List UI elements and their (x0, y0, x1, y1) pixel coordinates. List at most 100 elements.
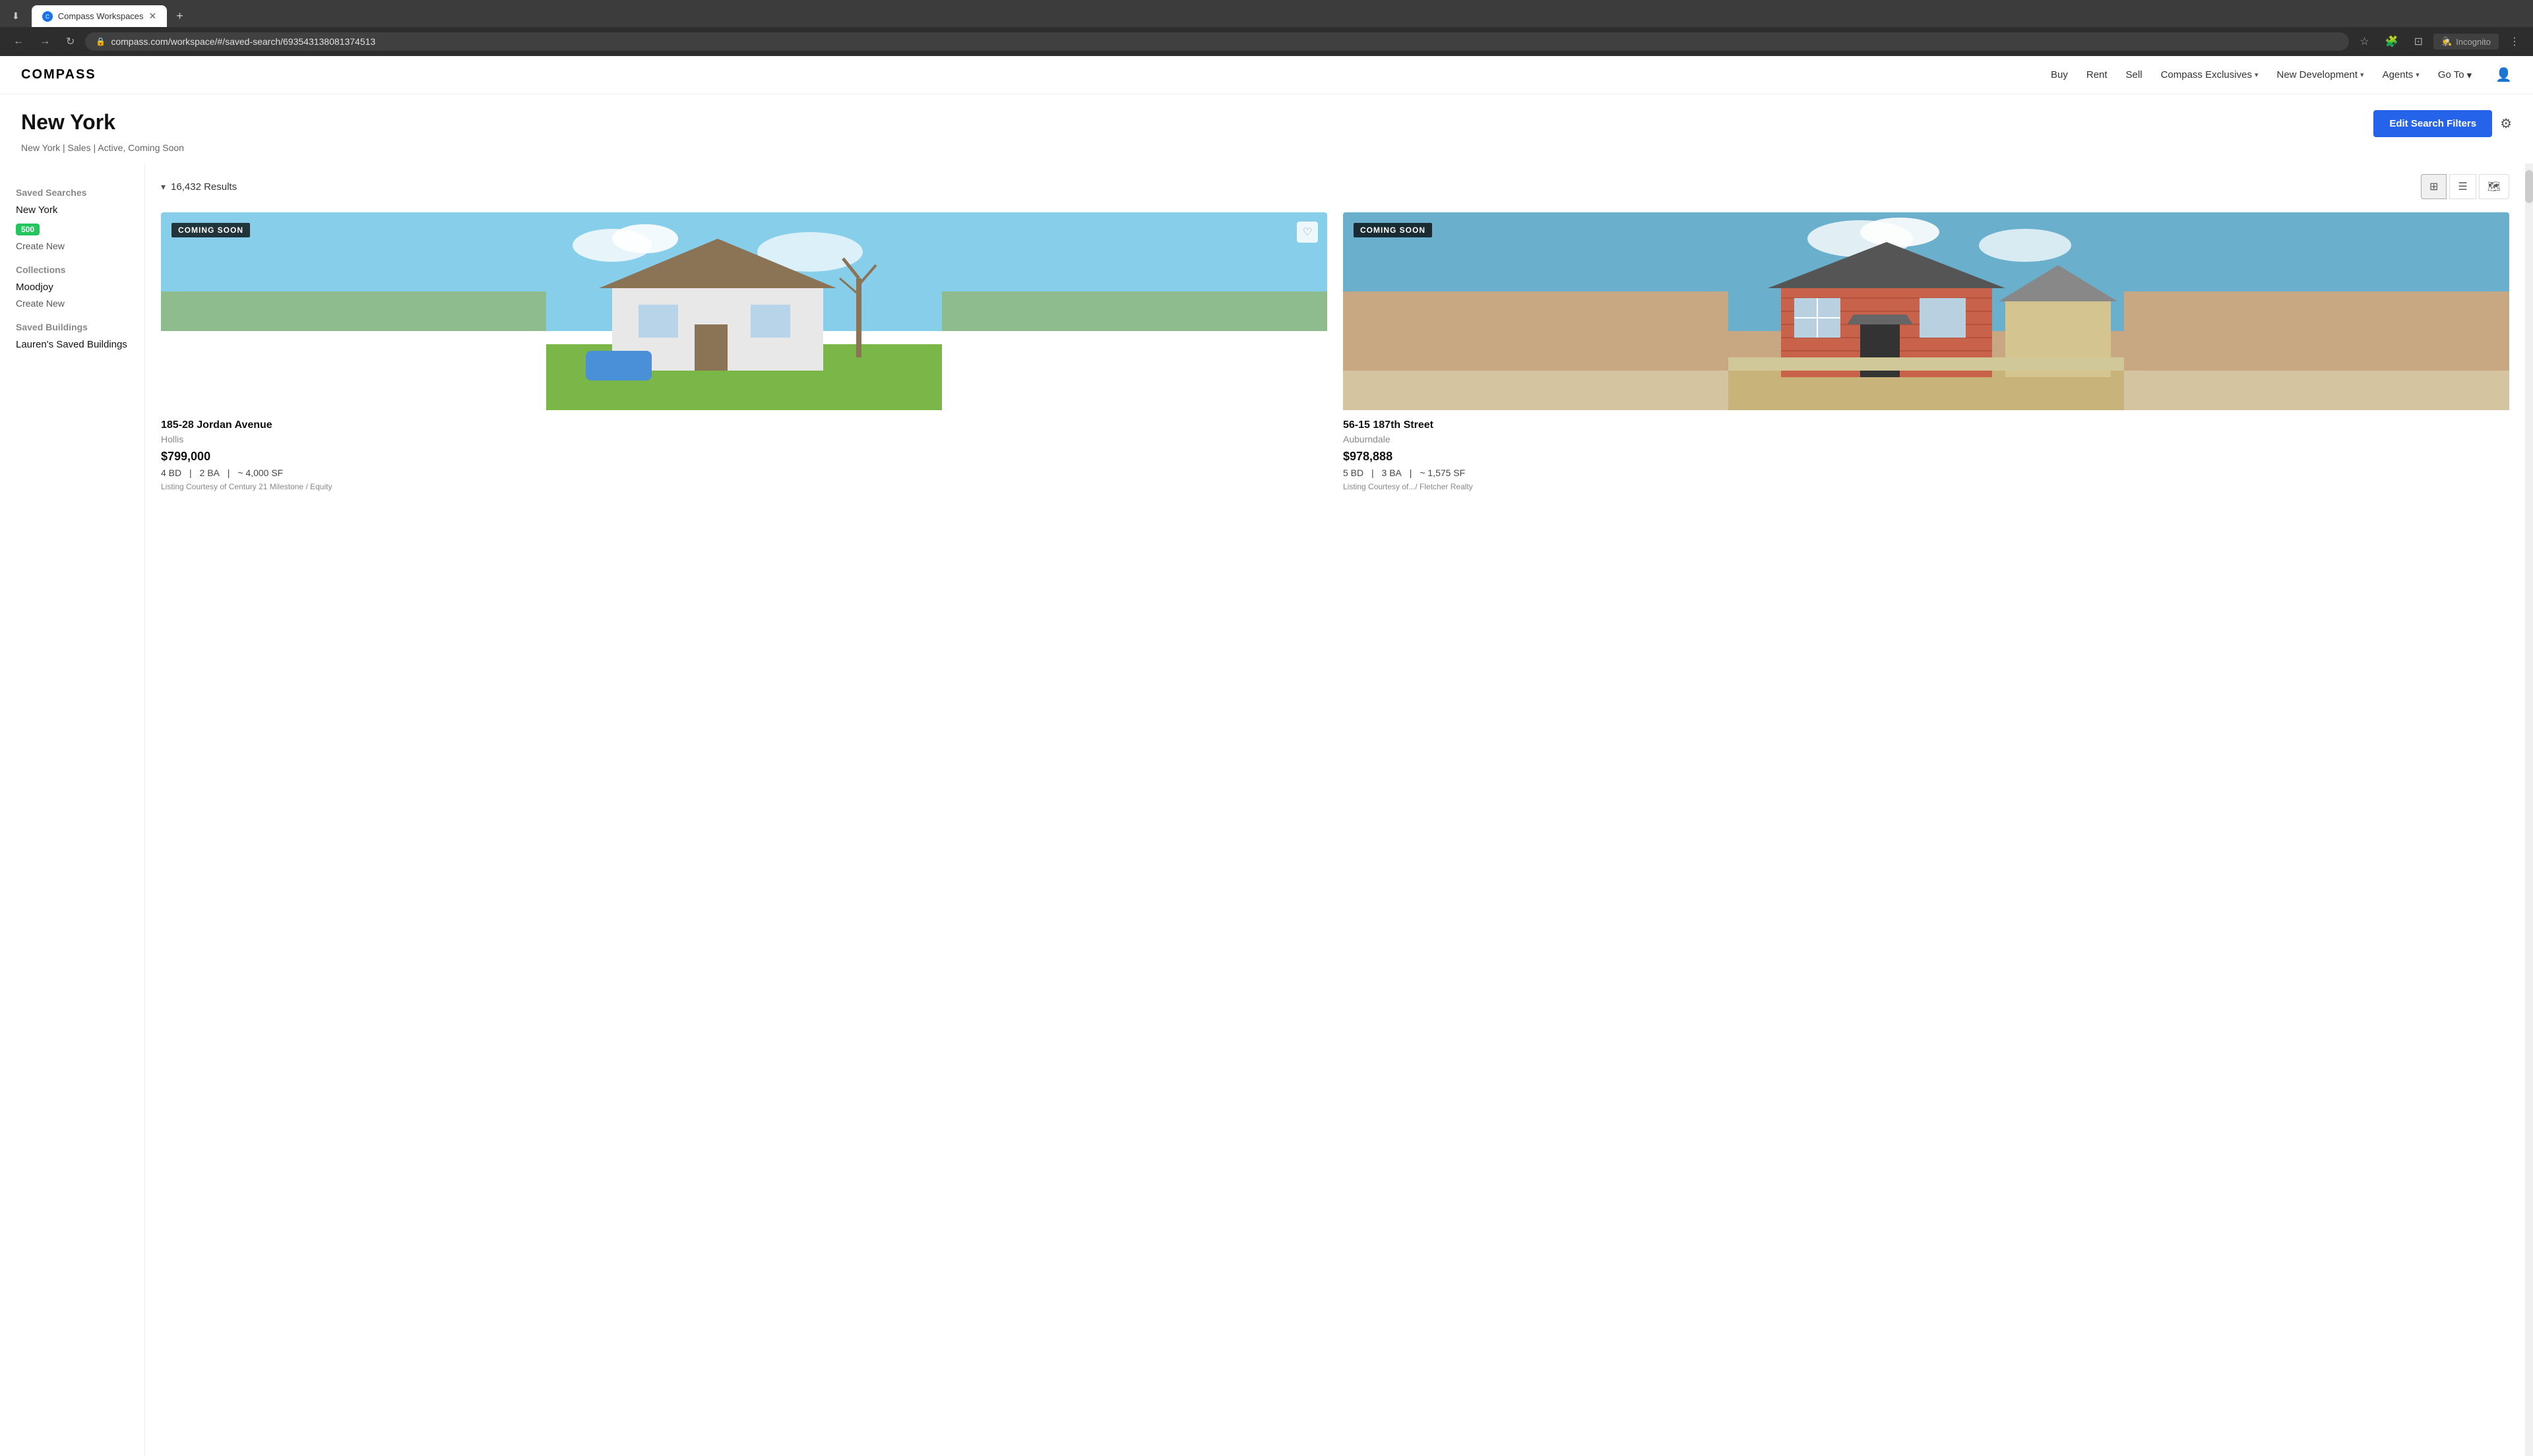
list-view-icon: ☰ (2458, 181, 2467, 193)
create-new-search-link[interactable]: Create New (16, 241, 129, 251)
grid-view-button[interactable]: ⊞ (2421, 174, 2447, 199)
page-title-area: New York (21, 110, 115, 135)
listings-toolbar: ▾ 16,432 Results ⊞ ☰ 🗺 (161, 174, 2509, 199)
sidebar-item-new-york[interactable]: New York (16, 204, 129, 216)
sidebar-item-moodjoy[interactable]: Moodjoy (16, 282, 129, 293)
header-actions: Edit Search Filters ⚙ (2373, 110, 2512, 137)
listing-details-1: 4 BD | 2 BA | ~ 4,000 SF (161, 468, 1327, 478)
listing-agent-2: Listing Courtesy of.../ Fletcher Realty (1343, 482, 2509, 491)
nav-user-icon[interactable]: 👤 (2495, 67, 2512, 83)
listing-image-2: COMING SOON (1343, 212, 2509, 410)
forward-button[interactable]: → (34, 33, 55, 50)
listing-baths-2: 3 BA (1382, 468, 1402, 478)
listing-heart-button-1[interactable]: ♡ (1297, 222, 1318, 243)
listing-info-2: 56-15 187th Street Auburndale $978,888 5… (1343, 410, 2509, 497)
listings-area: ▾ 16,432 Results ⊞ ☰ 🗺 (145, 164, 2525, 1456)
incognito-icon: 🕵️ (2441, 36, 2452, 47)
saved-searches-title: Saved Searches (16, 187, 129, 198)
right-scrollbar[interactable] (2525, 164, 2533, 1456)
listing-separator-1: | (189, 468, 192, 478)
saved-buildings-title: Saved Buildings (16, 322, 129, 332)
main-nav: COMPASS Buy Rent Sell Compass Exclusives… (0, 56, 2533, 94)
listing-neighborhood-1: Hollis (161, 434, 1327, 444)
toolbar-right: ☆ 🧩 ⊡ 🕵️ Incognito ⋮ (2354, 32, 2525, 51)
listings-grid: COMING SOON ♡ 185-28 Jordan Avenue Holli… (161, 212, 2509, 497)
tab-list-button[interactable]: ⬇ (8, 7, 24, 26)
extensions-button[interactable]: 🧩 (2380, 32, 2404, 51)
browser-toolbar: ← → ↻ 🔒 compass.com/workspace/#/saved-se… (0, 27, 2533, 56)
nav-goto[interactable]: Go To ▾ (2438, 69, 2472, 81)
page-header: New York Edit Search Filters ⚙ (0, 94, 2533, 142)
listing-card-1[interactable]: COMING SOON ♡ 185-28 Jordan Avenue Holli… (161, 212, 1327, 497)
close-tab-button[interactable]: ✕ (149, 11, 157, 22)
refresh-button[interactable]: ↻ (61, 32, 80, 51)
results-chevron: ▾ (161, 181, 166, 193)
nav-new-development[interactable]: New Development ▾ (2276, 69, 2363, 80)
list-view-button[interactable]: ☰ (2449, 174, 2476, 199)
listing-separator-3: | (1371, 468, 1374, 478)
incognito-label: Incognito (2456, 37, 2491, 47)
listing-sqft-1: ~ 4,000 SF (237, 468, 283, 478)
active-tab[interactable]: C Compass Workspaces ✕ (32, 5, 168, 27)
listing-address-2: 56-15 187th Street (1343, 419, 2509, 431)
tab-title: Compass Workspaces (58, 11, 144, 21)
agents-chevron: ▾ (2416, 71, 2420, 79)
incognito-badge: 🕵️ Incognito (2433, 34, 2499, 49)
sidebar-item-laurens-buildings[interactable]: Lauren's Saved Buildings (16, 339, 129, 350)
listing-address-1: 185-28 Jordan Avenue (161, 419, 1327, 431)
saved-search-badge: 500 (16, 224, 40, 235)
address-text: compass.com/workspace/#/saved-search/693… (111, 36, 375, 47)
address-bar[interactable]: 🔒 compass.com/workspace/#/saved-search/6… (85, 32, 2349, 51)
view-toggle: ⊞ ☰ 🗺 (2421, 174, 2509, 199)
listing-agent-1: Listing Courtesy of Century 21 Milestone… (161, 482, 1327, 491)
create-new-collection-link[interactable]: Create New (16, 298, 129, 309)
nav-items: Buy Rent Sell Compass Exclusives ▾ New D… (2051, 67, 2512, 83)
listing-details-2: 5 BD | 3 BA | ~ 1,575 SF (1343, 468, 2509, 478)
more-button[interactable]: ⋮ (2504, 32, 2525, 51)
settings-button[interactable]: ⚙ (2500, 115, 2512, 132)
nav-rent[interactable]: Rent (2086, 69, 2108, 80)
collections-title: Collections (16, 264, 129, 275)
settings-icon: ⚙ (2500, 117, 2512, 131)
logo[interactable]: COMPASS (21, 67, 96, 82)
listing-sqft-2: ~ 1,575 SF (1420, 468, 1465, 478)
listing-beds-1: 4 BD (161, 468, 181, 478)
page-title: New York (21, 110, 115, 135)
map-view-button[interactable]: 🗺 (2479, 174, 2509, 199)
main-content: Saved Searches New York 500 Create New C… (0, 164, 2533, 1456)
nav-compass-exclusives[interactable]: Compass Exclusives ▾ (2161, 69, 2259, 80)
listing-price-1: $799,000 (161, 450, 1327, 464)
browser-chrome: ⬇ C Compass Workspaces ✕ + ← → ↻ 🔒 compa… (0, 0, 2533, 56)
goto-chevron: ▾ (2467, 69, 2472, 81)
listing-baths-1: 2 BA (200, 468, 220, 478)
results-dropdown[interactable]: ▾ 16,432 Results (161, 181, 237, 193)
back-button[interactable]: ← (8, 33, 29, 50)
results-count: 16,432 Results (171, 181, 237, 193)
listing-separator-2: | (228, 468, 230, 478)
nav-sell[interactable]: Sell (2126, 69, 2142, 80)
lock-icon: 🔒 (96, 37, 106, 46)
new-tab-button[interactable]: + (170, 5, 190, 27)
coming-soon-badge-2: COMING SOON (1354, 223, 1432, 237)
tab-bar: ⬇ C Compass Workspaces ✕ + (0, 0, 2533, 27)
nav-buy[interactable]: Buy (2051, 69, 2068, 80)
profile-button[interactable]: ⊡ (2409, 32, 2428, 51)
compass-exclusives-chevron: ▾ (2255, 71, 2259, 79)
listing-beds-2: 5 BD (1343, 468, 1363, 478)
grid-view-icon: ⊞ (2429, 181, 2438, 193)
new-development-chevron: ▾ (2360, 71, 2364, 79)
listing-image-1: COMING SOON ♡ (161, 212, 1327, 410)
nav-agents[interactable]: Agents ▾ (2383, 69, 2420, 80)
map-view-icon: 🗺 (2487, 181, 2501, 193)
page-subtitle: New York | Sales | Active, Coming Soon (0, 142, 2533, 164)
listing-price-2: $978,888 (1343, 450, 2509, 464)
listing-info-1: 185-28 Jordan Avenue Hollis $799,000 4 B… (161, 410, 1327, 497)
edit-search-filters-button[interactable]: Edit Search Filters (2373, 110, 2492, 137)
listing-card-2[interactable]: COMING SOON 56-15 187th Street Auburndal… (1343, 212, 2509, 497)
svg-text:C: C (46, 14, 49, 20)
coming-soon-badge-1: COMING SOON (172, 223, 250, 237)
tab-favicon: C (42, 11, 53, 22)
bookmark-button[interactable]: ☆ (2354, 32, 2374, 51)
scrollbar-thumb[interactable] (2525, 170, 2533, 203)
sidebar: Saved Searches New York 500 Create New C… (0, 164, 145, 1456)
